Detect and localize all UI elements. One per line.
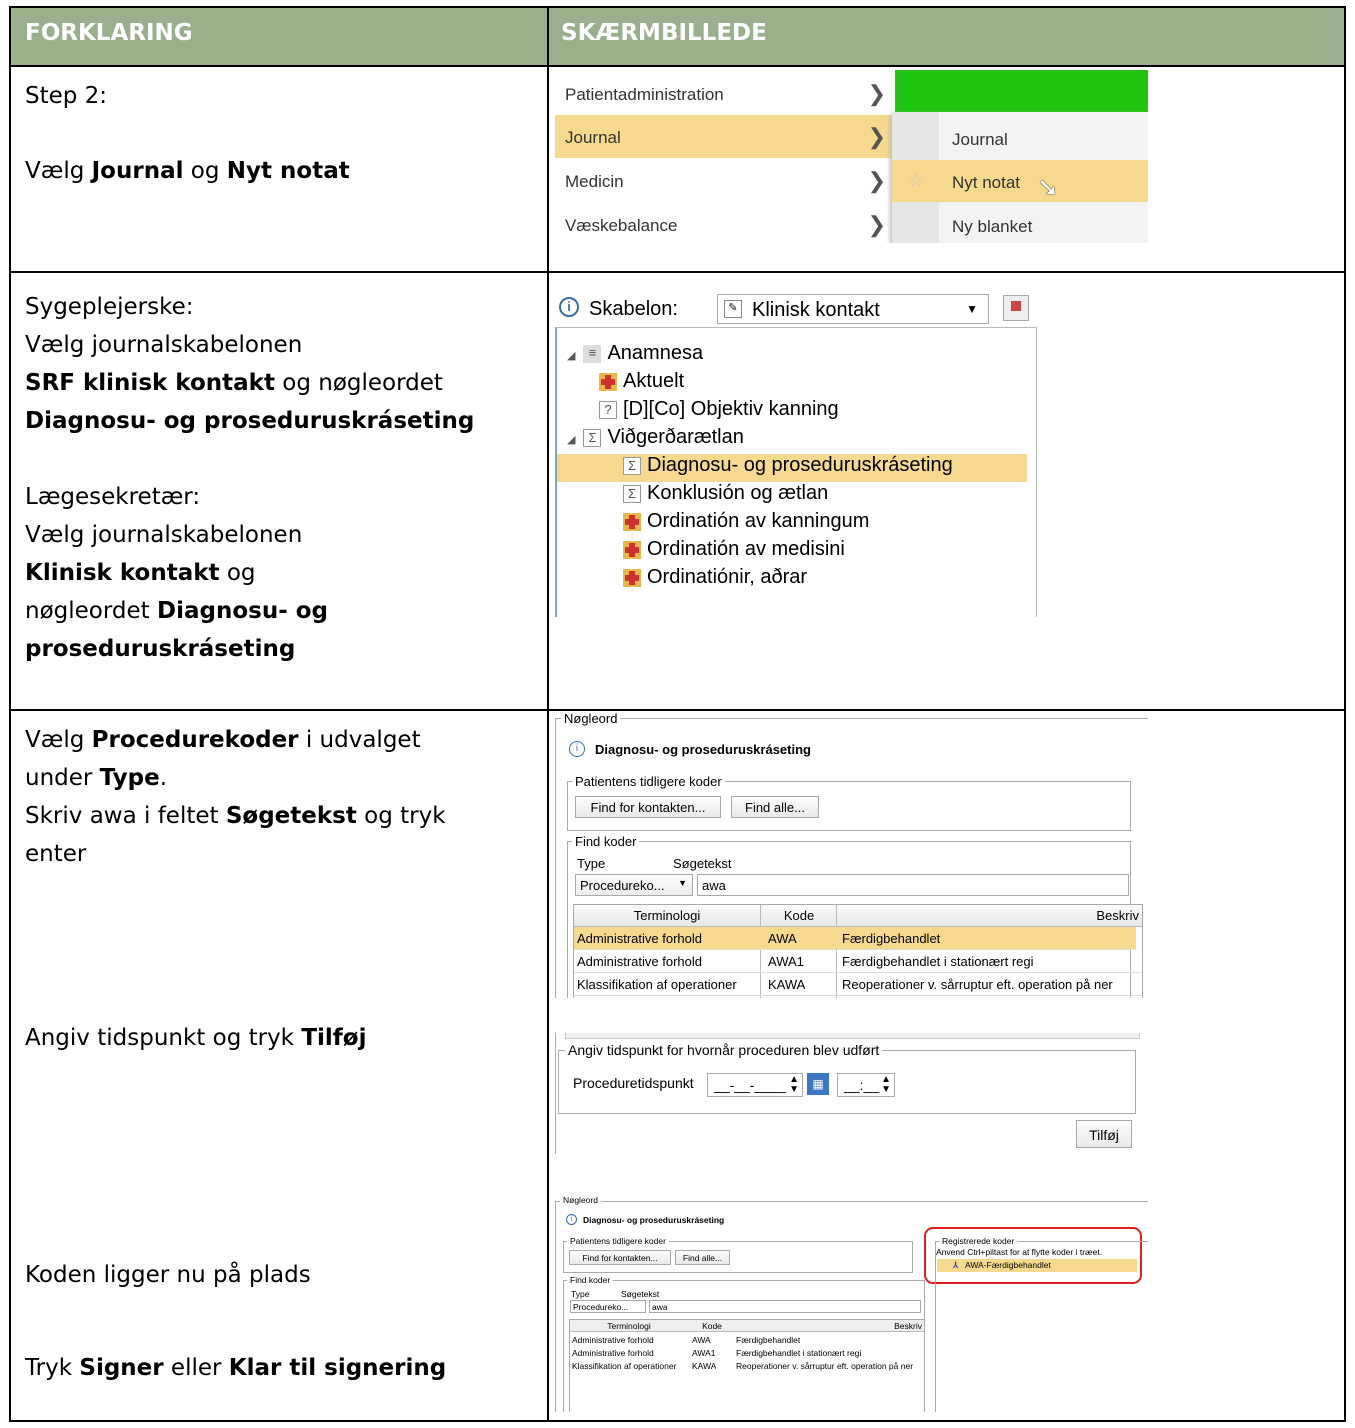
procedure-icon: ⅄	[953, 1260, 959, 1270]
find-for-contact-button[interactable]: Find for kontakten...	[575, 796, 721, 818]
row3-instructions: Vælg Procedurekoder i udvalget under Typ…	[25, 727, 446, 867]
tree-item[interactable]: ◢ Σ Viðgerðarætlan	[567, 426, 744, 454]
star-icon: ☆	[908, 170, 925, 190]
search-input[interactable]: awa	[697, 874, 1129, 896]
row3-sign-instruction: Tryk Signer eller Klar til signering	[25, 1355, 447, 1381]
prev-codes-legend: Patientens tidligere koder	[572, 774, 725, 789]
type-label: Type	[577, 856, 606, 871]
row1-step: Step 2:	[25, 83, 108, 109]
col-beskriv[interactable]: Beskriv	[844, 908, 1139, 923]
calendar-icon[interactable]: ▦	[807, 1073, 829, 1095]
cursor-icon: ➘	[1037, 172, 1059, 202]
registered-hint: Anvend Ctrl+piltast for at flytte koder …	[936, 1247, 1103, 1257]
keyword-legend: Nøgleord	[560, 1196, 601, 1205]
menu-item-patientadministration[interactable]: Patientadministration ❯	[555, 72, 892, 115]
codes-table: Terminologi Kode Beskriv Administrative …	[569, 1319, 925, 1412]
tree-item[interactable]: ◢ ≡ Anamnesa	[567, 342, 703, 370]
tree-item[interactable]: Ordinatiónir, aðrar	[623, 566, 807, 594]
dropdown-arrow-icon: ▼	[678, 878, 687, 888]
registered-screenshot: Nøgleord i Diagnosu- og proseduruskráset…	[555, 1196, 1148, 1412]
tree-item[interactable]: Ordinatión av medisini	[623, 538, 845, 566]
keyword-screenshot: Nøgleord i Diagnosu- og proseduruskráset…	[555, 712, 1148, 998]
prev-codes-legend: Patientens tidligere koder	[567, 1236, 669, 1246]
template-label: Skabelon:	[589, 298, 678, 320]
find-codes-legend: Find koder	[567, 1275, 614, 1285]
time-legend: Angiv tidspunkt for hvornår proceduren b…	[565, 1042, 883, 1058]
registered-legend: Registrerede koder	[939, 1236, 1018, 1246]
menu-item-medicin[interactable]: Medicin ❯	[555, 159, 892, 202]
search-input[interactable]: awa	[649, 1300, 921, 1313]
row1-instruction: Vælg Journal og Nyt notat	[25, 158, 350, 184]
time-screenshot: Angiv tidspunkt for hvornår proceduren b…	[555, 1033, 1148, 1154]
search-label: Søgetekst	[673, 856, 732, 871]
keyword-title: Diagnosu- og proseduruskráseting	[595, 742, 811, 757]
row2-instructions: Sygeplejerske: Vælg journalskabelonen SR…	[25, 294, 475, 662]
keyword-legend: Nøgleord	[561, 712, 621, 726]
date-input[interactable]: __-__-____ ▲ ▼	[707, 1073, 803, 1097]
find-all-button[interactable]: Find alle...	[675, 1250, 730, 1265]
tree-item[interactable]: ? [D][Co] Objektiv kanning	[599, 398, 839, 426]
row3-code-placed: Koden ligger nu på plads	[25, 1262, 311, 1288]
submenu-journal[interactable]: Journal	[952, 130, 1008, 150]
table-header: FORKLARING SKÆRMBILLEDE	[11, 8, 1344, 65]
col-kode[interactable]: Kode	[764, 908, 834, 923]
type-select[interactable]: Procedureko...	[570, 1300, 646, 1313]
template-screenshot: i Skabelon: ✎ Klinisk kontakt ▼ ◢ ≡ Anamne…	[555, 285, 1048, 625]
header-explanation: FORKLARING	[25, 20, 193, 46]
time-input[interactable]: __:__ ▲ ▼	[837, 1073, 895, 1097]
tree-item[interactable]: Ordinatión av kanningum	[623, 510, 869, 538]
tree-item[interactable]: Σ Konklusión og ætlan	[623, 482, 828, 510]
menu-item-journal[interactable]: Journal ❯	[555, 115, 892, 158]
menu-screenshot: Patientadministration ❯ Journal ❯ Medicin ❯…	[555, 70, 1148, 243]
submenu-nyt-notat[interactable]: ☆ Nyt notat ➘	[892, 160, 1148, 202]
spinner-icon: ▲ ▼	[881, 1074, 891, 1095]
info-icon: i	[559, 297, 579, 317]
template-doc-icon: ✎	[724, 300, 742, 318]
spinner-icon: ▲ ▼	[789, 1074, 799, 1095]
header-screenshot: SKÆRMBILLEDE	[561, 20, 767, 46]
horizontal-scrollbar[interactable]	[565, 1033, 1140, 1039]
search-label: Søgetekst	[621, 1289, 660, 1299]
template-tree: ◢ ≡ Anamnesa Aktuelt ? [D][Co] Objektiv kan…	[555, 327, 1037, 617]
col-terminologi[interactable]: Terminologi	[574, 908, 760, 923]
find-all-button[interactable]: Find alle...	[731, 796, 819, 818]
time-label: Proceduretidspunkt	[573, 1075, 694, 1091]
find-codes-legend: Find koder	[572, 834, 640, 849]
add-button[interactable]: Tilføj	[1076, 1120, 1132, 1148]
info-icon: i	[569, 741, 585, 757]
type-label: Type	[571, 1289, 590, 1299]
codes-table: Terminologi Kode Beskriv Administrative …	[573, 904, 1143, 998]
dropdown-arrow-icon: ▼	[966, 302, 978, 316]
row3-time-instruction: Angiv tidspunkt og tryk Tilføj	[25, 1025, 367, 1051]
stamp-icon[interactable]	[1003, 295, 1029, 321]
template-select[interactable]: ✎ Klinisk kontakt ▼	[717, 294, 989, 324]
registered-code-item[interactable]: ⅄ AWA-Færdigbehandlet	[937, 1259, 1137, 1272]
tree-item[interactable]: Aktuelt	[599, 370, 684, 398]
find-for-contact-button[interactable]: Find for kontakten...	[569, 1250, 671, 1265]
keyword-title: Diagnosu- og proseduruskráseting	[583, 1215, 725, 1225]
submenu-ny-blanket[interactable]: Ny blanket	[952, 217, 1032, 237]
info-icon: i	[566, 1214, 577, 1225]
type-select[interactable]: Procedureko... ▼	[575, 874, 693, 896]
tree-item-selected[interactable]: Σ Diagnosu- og proseduruskráseting	[623, 454, 953, 482]
menu-item-vaeskebalance[interactable]: Væskebalance ❯	[555, 203, 892, 243]
